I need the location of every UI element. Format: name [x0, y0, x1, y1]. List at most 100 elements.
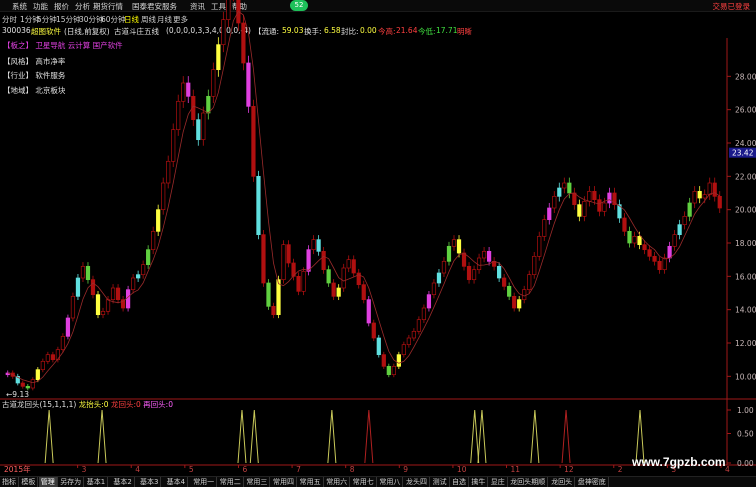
candle-body — [512, 295, 517, 309]
candle-body — [672, 234, 677, 247]
time-axis-label: 11 — [511, 465, 521, 474]
tab-22[interactable]: 龙回头 — [549, 477, 576, 487]
tab-20[interactable]: 显庄 — [489, 477, 508, 487]
candle-body — [522, 289, 527, 301]
price-tick-label: 18.00 — [735, 239, 756, 248]
candle-body — [286, 244, 291, 264]
candle-body — [481, 250, 487, 259]
dragon-head-value: 0 — [103, 400, 109, 409]
tag-style: 【风格】 高市净率 — [3, 57, 66, 66]
candle-body — [527, 274, 532, 291]
price-tick-label: 28.00 — [735, 72, 756, 81]
tab-21[interactable]: 龙回头期顺 — [508, 477, 549, 487]
tab-5[interactable]: 基本2 — [111, 477, 135, 487]
tag-region-text[interactable]: 北京板块 — [35, 86, 65, 95]
candle-body — [271, 305, 276, 316]
candle-body — [35, 369, 40, 381]
tag-concept-label: 板之 — [10, 41, 26, 50]
candle-body — [100, 310, 106, 316]
candle-body — [296, 275, 301, 292]
indicator-spike — [561, 409, 571, 464]
candle-body — [376, 337, 381, 356]
candlestick-series — [5, 0, 722, 391]
tag-style-label: 风格 — [10, 57, 26, 66]
tab-4[interactable]: 基本1 — [85, 477, 109, 487]
tab-10[interactable]: 常用三 — [244, 477, 271, 487]
candle-body — [130, 277, 136, 291]
candle-body — [707, 182, 712, 196]
candle-body — [577, 204, 582, 217]
tab-8[interactable]: 常用一 — [191, 477, 218, 487]
tab-18[interactable]: 自选 — [450, 477, 469, 487]
candle-body — [261, 234, 266, 284]
kline-chart[interactable]: 28.0026.0024.0022.0020.0018.0016.0014.00… — [0, 0, 756, 487]
candle-body — [597, 199, 602, 212]
indicator-info-line: 古道龙回头(15,1,1,1) 龙抬头:0 龙回头:0 再回头:0 — [2, 399, 173, 410]
tab-13[interactable]: 常用六 — [324, 477, 351, 487]
candle-body — [161, 182, 166, 211]
candle-body — [331, 282, 336, 297]
tag-industry-text[interactable]: 软件服务 — [35, 71, 65, 80]
candle-body — [542, 219, 547, 237]
tab-17[interactable]: 测试 — [431, 477, 450, 487]
candle-body — [537, 235, 542, 257]
candle-body — [146, 249, 151, 266]
tag-industry-label: 行业 — [10, 71, 26, 80]
price-tick-label: 26.00 — [735, 106, 756, 115]
tag-region: 【地域】 北京板块 — [3, 86, 66, 95]
dragon-back-value: 0 — [136, 400, 141, 409]
candle-body — [306, 249, 311, 272]
candle-body — [221, 19, 226, 46]
candle-body — [677, 224, 682, 236]
candle-body — [166, 160, 171, 184]
candle-body — [45, 354, 50, 362]
tab-23[interactable]: 盘神密底 — [576, 477, 609, 487]
tab-9[interactable]: 常用二 — [218, 477, 244, 487]
candle-body — [80, 265, 86, 279]
tab-6[interactable]: 基本3 — [138, 477, 162, 487]
indicator-name[interactable]: 古道龙回头 — [2, 400, 40, 409]
candle-body — [371, 322, 376, 339]
tab-7[interactable]: 基本4 — [165, 477, 189, 487]
candle-body — [476, 257, 482, 271]
tab-12[interactable]: 常用五 — [298, 477, 324, 487]
tab-2[interactable]: 管理 — [38, 477, 58, 487]
candle-body — [276, 279, 281, 316]
candle-body — [667, 245, 672, 259]
candle-body — [702, 194, 707, 199]
candle-body — [637, 235, 642, 246]
candle-body — [216, 44, 221, 71]
candle-body — [246, 62, 251, 107]
candle-body — [156, 209, 161, 232]
tab-11[interactable]: 常用四 — [271, 477, 297, 487]
candle-body — [557, 187, 562, 197]
tab-1[interactable]: 模板 — [19, 477, 39, 487]
candle-body — [486, 250, 492, 262]
candle-body — [20, 382, 25, 387]
tab-19[interactable]: 擒牛 — [469, 477, 489, 487]
price-tick-label: 20.00 — [735, 206, 756, 215]
candle-body — [366, 299, 371, 324]
candle-body — [446, 245, 452, 262]
candle-body — [25, 385, 30, 389]
candle-body — [456, 239, 462, 254]
candle-body — [461, 252, 467, 267]
candle-body — [426, 294, 432, 309]
tab-14[interactable]: 常用七 — [351, 477, 377, 487]
tab-0[interactable]: 指标 — [0, 477, 19, 487]
tab-16[interactable]: 龙头四 — [404, 477, 430, 487]
tab-15[interactable]: 常用八 — [377, 477, 404, 487]
candle-body — [592, 190, 597, 201]
candle-body — [196, 119, 201, 141]
time-axis-label: 8 — [350, 465, 355, 474]
candle-body — [346, 259, 351, 269]
tab-3[interactable]: 另存为 — [58, 477, 85, 487]
tag-style-text[interactable]: 高市净率 — [35, 57, 65, 66]
candle-body — [266, 282, 271, 307]
indicator-tick-label: 0.00 — [737, 459, 754, 468]
time-axis-label: 5 — [189, 465, 194, 474]
candle-body — [136, 274, 141, 279]
candle-body — [441, 260, 447, 274]
candle-body — [311, 239, 316, 251]
tag-concept-text[interactable]: 卫星导航 云计算 国产软件 — [35, 41, 122, 50]
